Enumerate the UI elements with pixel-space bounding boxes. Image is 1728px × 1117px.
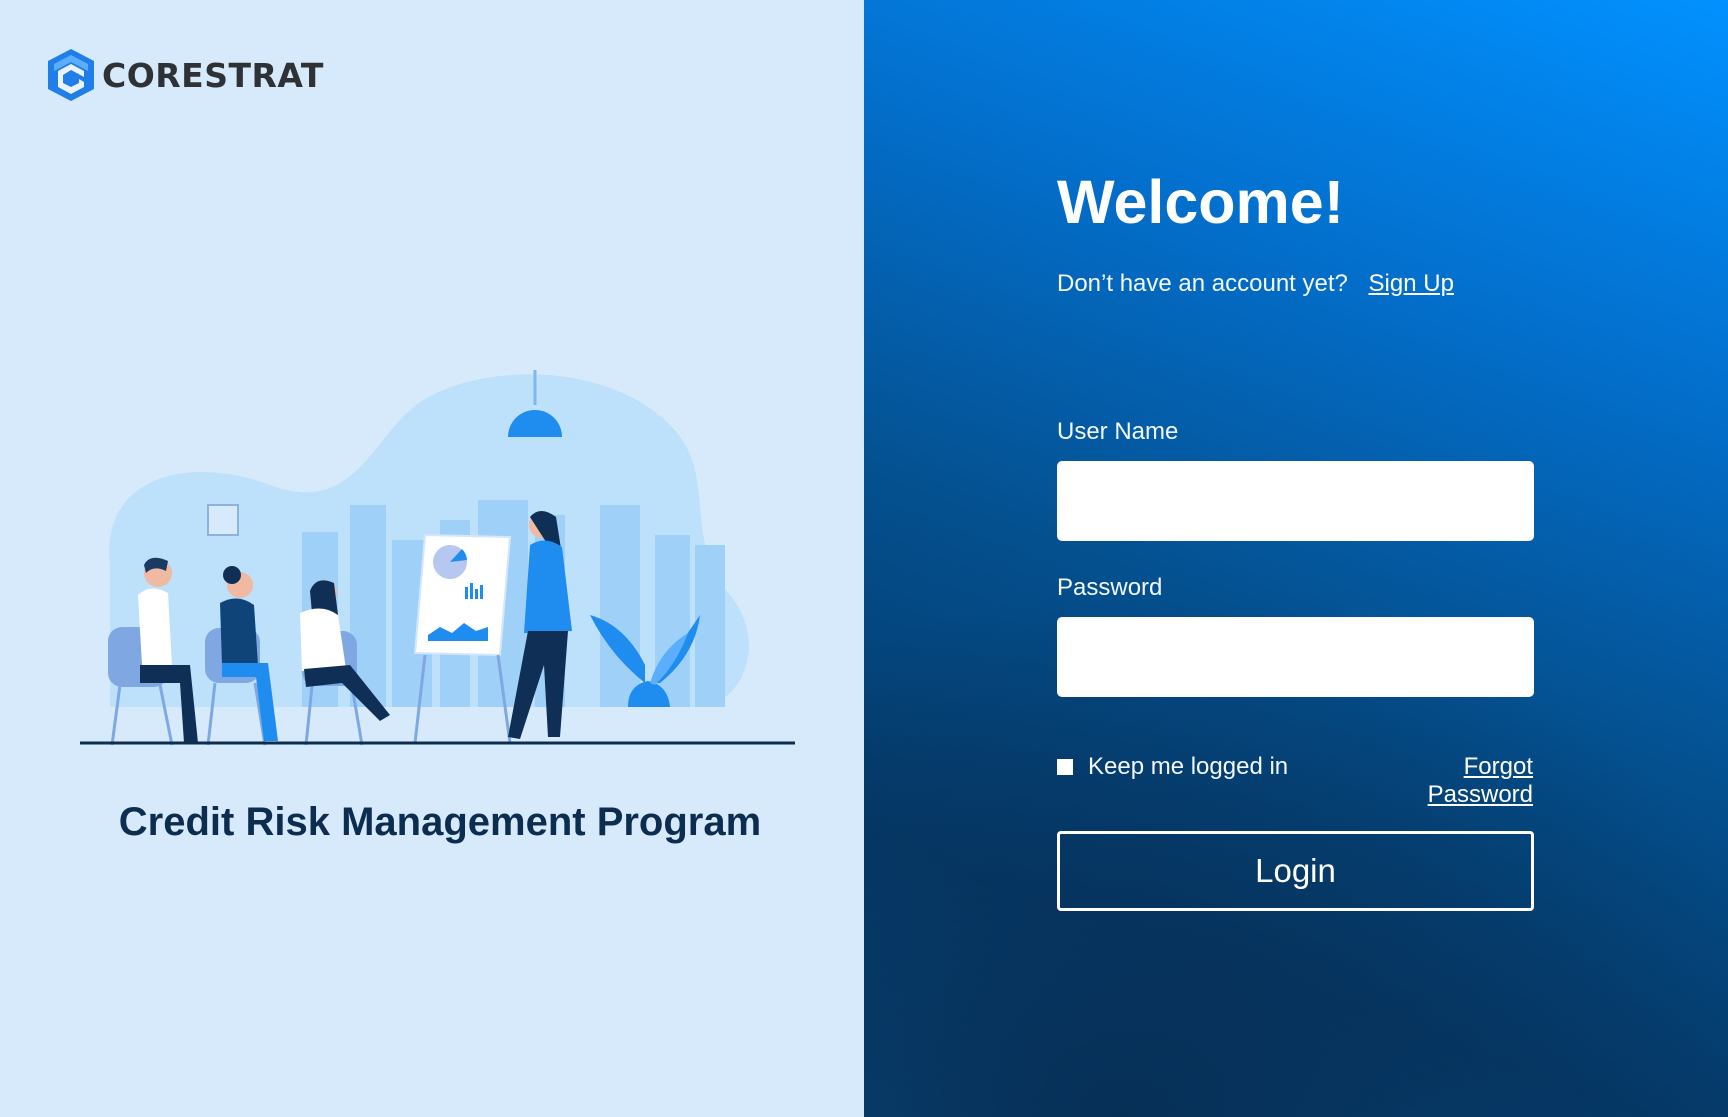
keep-logged-in-checkbox[interactable]: [1057, 759, 1073, 775]
password-label: Password: [1057, 574, 1163, 601]
signup-link[interactable]: Sign Up: [1369, 270, 1454, 297]
welcome-heading: Welcome!: [1057, 168, 1345, 236]
left-panel: CORESTRAT Credit Risk Management Program: [0, 0, 864, 1117]
corestrat-logo-icon: [48, 49, 94, 101]
keep-logged-in-label: Keep me logged in: [1088, 753, 1289, 780]
username-label: User Name: [1057, 418, 1179, 445]
username-input[interactable]: [1057, 461, 1534, 541]
brand-name: CORESTRAT: [102, 55, 324, 95]
password-input[interactable]: [1057, 617, 1534, 697]
brand-logo[interactable]: CORESTRAT: [48, 49, 324, 101]
program-title: Credit Risk Management Program: [118, 800, 762, 844]
meeting-illustration: [80, 370, 795, 746]
keep-logged-in-row[interactable]: Keep me logged in: [1057, 753, 1288, 781]
signup-prompt: Don’t have an account yet?: [1057, 270, 1348, 297]
forgot-password-link[interactable]: Forgot Password: [1352, 753, 1533, 809]
signup-row: Don’t have an account yet? Sign Up: [1057, 270, 1454, 298]
login-button[interactable]: Login: [1057, 831, 1534, 911]
